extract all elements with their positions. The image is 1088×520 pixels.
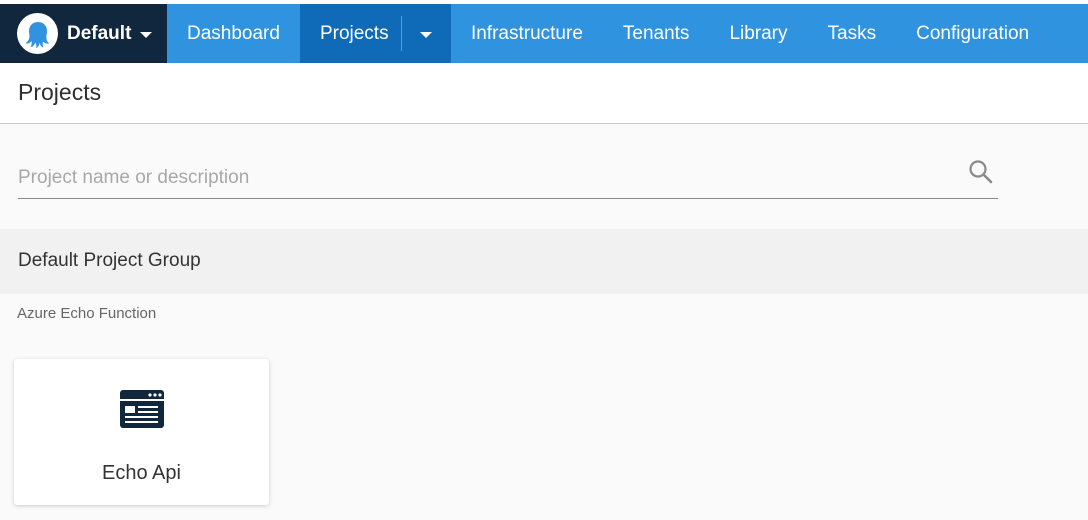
nav-infrastructure[interactable]: Infrastructure bbox=[451, 4, 603, 63]
search-input[interactable] bbox=[18, 164, 958, 192]
nav-tenants[interactable]: Tenants bbox=[603, 4, 710, 63]
project-group-description: Azure Echo Function bbox=[17, 305, 157, 322]
search-icon[interactable] bbox=[968, 159, 994, 190]
projects-dropdown-button[interactable] bbox=[402, 4, 451, 63]
web-app-icon bbox=[120, 390, 164, 433]
nav-configuration[interactable]: Configuration bbox=[896, 4, 1049, 63]
project-group-title: Default Project Group bbox=[18, 250, 201, 271]
chevron-down-icon bbox=[140, 31, 153, 38]
page-header: Projects bbox=[0, 63, 1088, 124]
project-name: Echo Api bbox=[102, 462, 181, 484]
space-name: Default bbox=[67, 22, 132, 44]
search-bar bbox=[18, 150, 998, 199]
top-navigation: Default Dashboard Projects Infrastructur… bbox=[0, 4, 1088, 63]
chevron-down-icon bbox=[420, 31, 433, 38]
project-card[interactable]: Echo Api bbox=[14, 359, 269, 505]
nav-tasks[interactable]: Tasks bbox=[808, 4, 897, 63]
page-title: Projects bbox=[18, 79, 102, 105]
nav-library[interactable]: Library bbox=[709, 4, 807, 63]
nav-dashboard[interactable]: Dashboard bbox=[167, 4, 300, 63]
nav-projects-label[interactable]: Projects bbox=[300, 4, 401, 63]
space-switcher[interactable]: Default bbox=[0, 4, 167, 63]
octopus-logo-icon bbox=[17, 13, 58, 54]
project-group-header: Default Project Group bbox=[0, 229, 1088, 294]
nav-projects[interactable]: Projects bbox=[299, 4, 451, 63]
